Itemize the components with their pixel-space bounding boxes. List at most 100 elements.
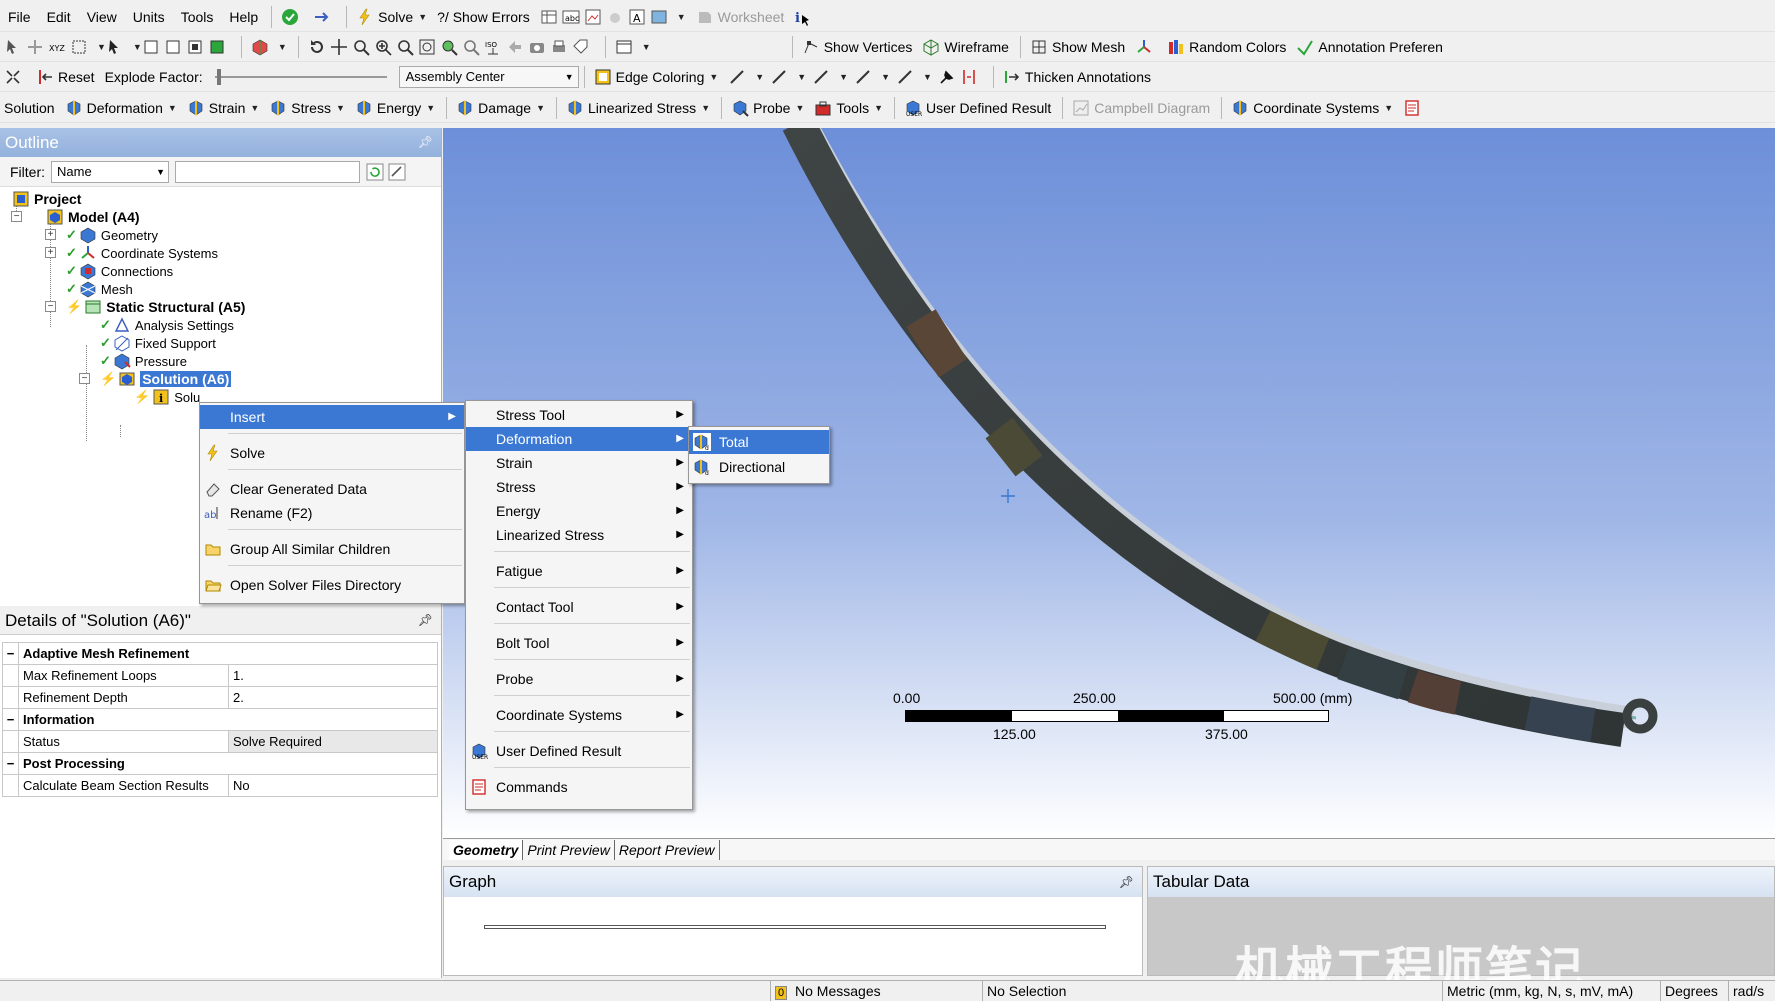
previous-view-icon[interactable] xyxy=(506,38,524,56)
menu-file[interactable]: File xyxy=(0,9,39,25)
expand-geometry-toggle[interactable]: + xyxy=(45,229,56,240)
explode-factor-slider[interactable] xyxy=(214,67,387,87)
menu-user-defined-result[interactable]: USER User Defined Result xyxy=(466,739,692,763)
pan-arrows-icon[interactable] xyxy=(330,38,348,56)
hand-icon[interactable] xyxy=(606,8,624,26)
thin-edges-icon[interactable] xyxy=(960,68,978,86)
pin-icon[interactable]: 📌︎ xyxy=(418,128,433,157)
menu-group-all-similar-children[interactable]: Group All Similar Children xyxy=(200,537,464,561)
menu-solve[interactable]: Solve xyxy=(200,441,464,465)
menu-view[interactable]: View xyxy=(79,9,125,25)
tree-static-structural[interactable]: ⚡ Static Structural (A5) xyxy=(66,297,245,317)
stress-button[interactable]: Stress ▼ xyxy=(265,96,349,120)
edge-x-icon[interactable] xyxy=(896,68,914,86)
details-row[interactable]: Refinement Depth 2. xyxy=(2,686,438,709)
zoom-fit-icon[interactable] xyxy=(418,38,436,56)
group-post-processing[interactable]: − Post Processing xyxy=(2,752,438,775)
menu-open-solver-files-directory[interactable]: Open Solver Files Directory xyxy=(200,573,464,597)
tree-model[interactable]: Model (A4) xyxy=(46,207,140,227)
rotate-icon[interactable] xyxy=(308,38,326,56)
body-select-icon[interactable] xyxy=(208,38,226,56)
campbell-diagram-button[interactable]: Campbell Diagram xyxy=(1068,96,1214,120)
tree-coordinate-systems[interactable]: ✓ Coordinate Systems xyxy=(66,243,218,263)
details-value[interactable]: 1. xyxy=(228,664,438,687)
strain-button[interactable]: Strain ▼ xyxy=(183,96,264,120)
group-information[interactable]: − Information xyxy=(2,708,438,731)
messages-status[interactable]: 0 No Messages xyxy=(770,981,980,1001)
show-vertices-button[interactable]: Show Vertices xyxy=(798,35,917,59)
menu-total-deformation[interactable]: d Total xyxy=(689,430,829,454)
box-select-icon[interactable] xyxy=(70,38,88,56)
tab-report-preview[interactable]: Report Preview xyxy=(615,840,720,860)
menu-help[interactable]: Help xyxy=(221,9,266,25)
edge-0-icon[interactable] xyxy=(728,68,746,86)
menu-coordinate-systems[interactable]: Coordinate Systems ▶ xyxy=(466,703,692,727)
details-row[interactable]: Calculate Beam Section Results No xyxy=(2,774,438,797)
camera-icon[interactable] xyxy=(528,38,546,56)
tab-geometry[interactable]: Geometry xyxy=(449,840,524,860)
tree-solution-information[interactable]: ⚡ i Solu xyxy=(134,387,200,407)
link-button[interactable] xyxy=(309,5,339,29)
pointer-icon[interactable] xyxy=(4,38,22,56)
viewport-layout-button[interactable]: ▼ xyxy=(611,35,655,59)
menu-fatigue[interactable]: Fatigue ▶ xyxy=(466,559,692,583)
menu-units[interactable]: Units xyxy=(125,9,173,25)
menu-contact-tool[interactable]: Contact Tool ▶ xyxy=(466,595,692,619)
extend-select-button[interactable]: ▼ xyxy=(247,35,291,59)
tab-print-preview[interactable]: Print Preview xyxy=(523,840,615,860)
pin-icon[interactable]: 📌︎ xyxy=(418,606,433,635)
damage-button[interactable]: Damage ▼ xyxy=(452,96,549,120)
menu-commands[interactable]: Commands xyxy=(466,775,692,799)
deformation-button[interactable]: Deformation ▼ xyxy=(61,96,181,120)
collapse-group-toggle[interactable]: − xyxy=(2,708,19,731)
menu-stress[interactable]: Stress ▶ xyxy=(466,475,692,499)
edge-select-icon[interactable] xyxy=(164,38,182,56)
menu-stress-tool[interactable]: Stress Tool ▶ xyxy=(466,403,692,427)
collapse-group-toggle[interactable]: − xyxy=(2,642,19,665)
menu-bolt-tool[interactable]: Bolt Tool ▶ xyxy=(466,631,692,655)
details-value[interactable]: No xyxy=(228,774,438,797)
menu-linearized-stress[interactable]: Linearized Stress ▶ xyxy=(466,523,692,547)
image-icon[interactable] xyxy=(584,8,602,26)
tree-geometry[interactable]: ✓ Geometry xyxy=(66,225,158,245)
collapse-static-structural-toggle[interactable]: − xyxy=(45,301,56,312)
energy-button[interactable]: Energy ▼ xyxy=(351,96,439,120)
select-mode-icon[interactable] xyxy=(106,38,124,56)
edge-2-icon[interactable] xyxy=(812,68,830,86)
show-errors-button[interactable]: ?/ Show Errors xyxy=(433,5,534,29)
edge-3-icon[interactable] xyxy=(854,68,872,86)
filter-input[interactable] xyxy=(175,160,360,183)
slider-handle[interactable] xyxy=(216,68,221,85)
filter-type-select[interactable]: Name xyxy=(51,160,169,183)
zoom-box-icon[interactable] xyxy=(396,38,414,56)
tree-project[interactable]: Project xyxy=(12,189,81,209)
tree-fixed-support[interactable]: ✓ Fixed Support xyxy=(100,333,216,353)
details-row[interactable]: Max Refinement Loops 1. xyxy=(2,664,438,687)
random-colors-button[interactable]: Random Colors xyxy=(1163,35,1290,59)
angle-units-status[interactable]: Degrees xyxy=(1660,981,1728,1001)
pin-icon[interactable]: 📌︎ xyxy=(1119,867,1134,897)
tree-mesh[interactable]: ✓ Mesh xyxy=(66,279,133,299)
menu-rename[interactable]: ab Rename (F2) xyxy=(200,501,464,525)
edge-1-icon[interactable] xyxy=(770,68,788,86)
table-icon[interactable] xyxy=(540,8,558,26)
assembly-center-select[interactable]: Assembly Center ▼ xyxy=(398,65,579,88)
annotation-preferences-button[interactable]: Annotation Preferen xyxy=(1292,35,1447,59)
iso-icon[interactable]: ISO xyxy=(484,38,502,56)
menu-probe[interactable]: Probe ▶ xyxy=(466,667,692,691)
tree-pressure[interactable]: ✓ Pressure xyxy=(100,351,187,371)
tree-connections[interactable]: ✓ Connections xyxy=(66,261,173,281)
user-defined-result-button[interactable]: USER User Defined Result xyxy=(900,96,1055,120)
linearized-stress-button[interactable]: Linearized Stress ▼ xyxy=(562,96,714,120)
tree-analysis-settings[interactable]: ✓ Analysis Settings xyxy=(100,315,234,335)
zoom-out-icon[interactable] xyxy=(462,38,480,56)
info-cursor-button[interactable]: i xyxy=(790,5,820,29)
coordinate-systems-button[interactable]: Coordinate Systems ▼ xyxy=(1227,96,1397,120)
wireframe-button[interactable]: Wireframe xyxy=(918,35,1013,59)
menu-clear-generated-data[interactable]: Clear Generated Data xyxy=(200,477,464,501)
tree-solution[interactable]: ⚡ Solution (A6) xyxy=(100,369,232,389)
commands-button[interactable] xyxy=(1399,96,1429,120)
menu-tools[interactable]: Tools xyxy=(173,9,222,25)
collapse-model-toggle[interactable]: − xyxy=(11,211,22,222)
view-icon[interactable] xyxy=(650,8,668,26)
